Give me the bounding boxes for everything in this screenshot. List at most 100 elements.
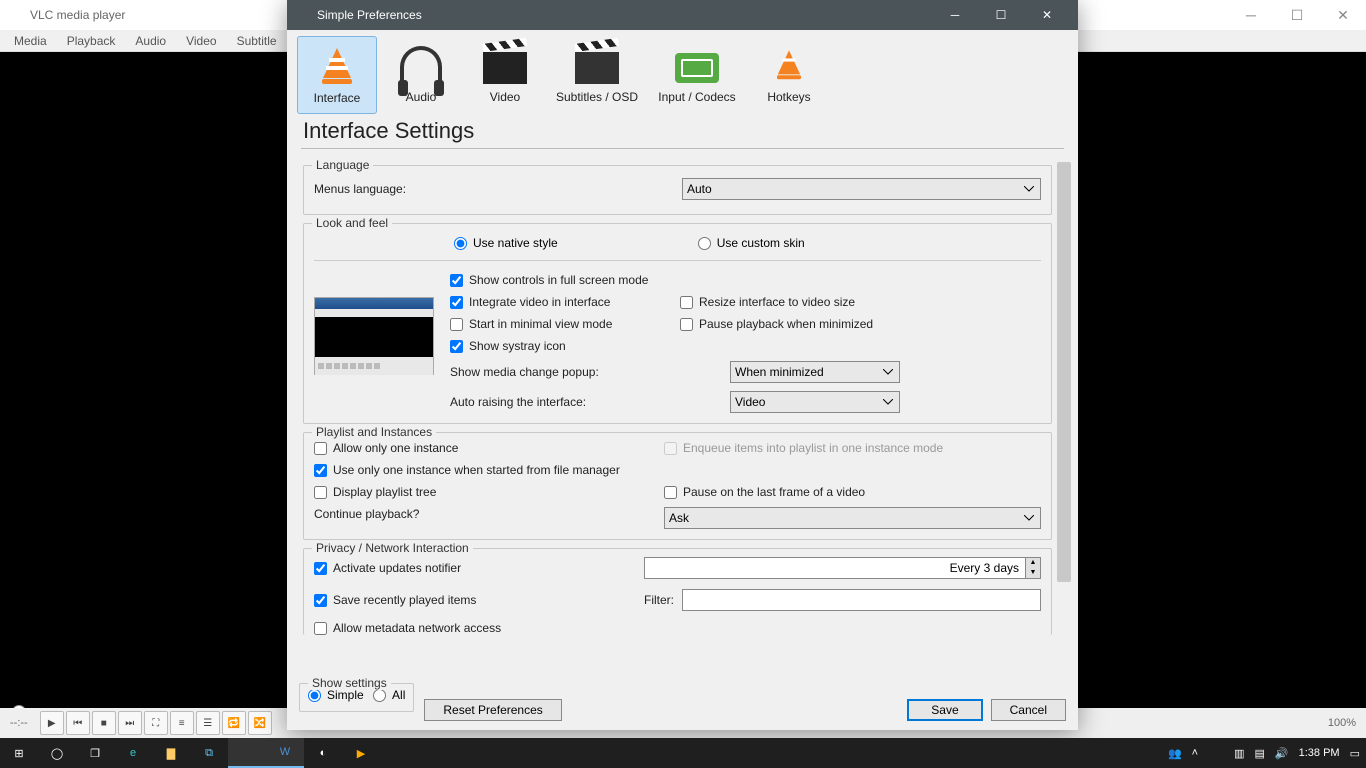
chk-show-controls-fullscreen[interactable]: Show controls in full screen mode	[450, 273, 900, 287]
preferences-dialog: Simple Preferences ─ ☐ ✕ Interface Audio…	[287, 0, 1078, 730]
vlc-cone-icon	[8, 7, 24, 23]
taskbar-app-store[interactable]: ⧉	[190, 738, 228, 768]
taskbar-app-edge[interactable]: e	[114, 738, 152, 768]
updates-interval-input[interactable]	[644, 557, 1026, 579]
ext-settings-button[interactable]: ≡	[170, 711, 194, 735]
notifications-icon[interactable]: ▭	[1350, 747, 1360, 760]
volume-icon[interactable]: 🔊	[1275, 747, 1289, 760]
group-title: Look and feel	[312, 216, 392, 230]
page-heading: Interface Settings	[287, 114, 1078, 146]
show-settings-group: Show settings Simple All	[299, 683, 414, 712]
stop-button[interactable]: ■	[92, 711, 116, 735]
play-button[interactable]: ▶	[40, 711, 64, 735]
people-icon[interactable]: 👥	[1168, 747, 1182, 760]
tab-label: Hotkeys	[767, 90, 810, 104]
chk-systray-icon[interactable]: Show systray icon	[450, 339, 900, 353]
cortana-button[interactable]: ◯	[38, 738, 76, 768]
taskbar-app-word[interactable]: W	[266, 738, 304, 768]
interface-preview-image	[314, 297, 434, 375]
auto-raise-label: Auto raising the interface:	[450, 395, 730, 409]
start-button[interactable]: ⊞	[0, 738, 38, 768]
chk-allow-one-instance[interactable]: Allow only one instance	[314, 441, 664, 455]
chk-pause-last-frame[interactable]: Pause on the last frame of a video	[664, 485, 1041, 499]
chk-enqueue-items: Enqueue items into playlist in one insta…	[664, 441, 1041, 455]
filter-input[interactable]	[682, 589, 1041, 611]
menu-playback[interactable]: Playback	[57, 32, 126, 50]
chk-one-instance-file-manager[interactable]: Use only one instance when started from …	[314, 463, 1041, 477]
chk-save-recent[interactable]: Save recently played items	[314, 593, 634, 607]
heading-divider	[301, 148, 1064, 149]
prefs-close-button[interactable]: ✕	[1024, 0, 1070, 30]
prev-button[interactable]: ⏮	[66, 711, 90, 735]
save-button[interactable]: Save	[907, 699, 982, 721]
chk-pause-minimized[interactable]: Pause playback when minimized	[680, 317, 900, 331]
zoom-level: 100%	[1328, 717, 1356, 729]
shuffle-button[interactable]: 🔀	[248, 711, 272, 735]
menu-subtitle[interactable]: Subtitle	[227, 32, 287, 50]
filter-label: Filter:	[644, 593, 674, 607]
group-title: Playlist and Instances	[312, 425, 436, 439]
network-icon[interactable]: ▤	[1255, 747, 1265, 760]
radio-show-simple[interactable]: Simple	[308, 688, 364, 702]
close-button[interactable]: ✕	[1320, 0, 1366, 30]
prefs-minimize-button[interactable]: ─	[932, 0, 978, 30]
chk-integrate-video[interactable]: Integrate video in interface	[450, 295, 670, 309]
maximize-button[interactable]: ☐	[1274, 0, 1320, 30]
menus-language-select[interactable]: Auto	[682, 178, 1041, 200]
tray-vlc-icon[interactable]	[1208, 745, 1224, 761]
tab-label: Video	[490, 90, 520, 104]
group-playlist-instances: Playlist and Instances Allow only one in…	[303, 432, 1052, 540]
tab-subtitles[interactable]: Subtitles / OSD	[549, 36, 645, 114]
next-button[interactable]: ⏭	[118, 711, 142, 735]
loop-button[interactable]: 🔁	[222, 711, 246, 735]
menu-audio[interactable]: Audio	[125, 32, 176, 50]
radio-custom-skin[interactable]: Use custom skin	[698, 236, 805, 250]
battery-icon[interactable]: ▥	[1234, 747, 1244, 760]
headphones-icon	[400, 46, 442, 88]
cone-icon	[772, 47, 806, 81]
radio-native-style[interactable]: Use native style	[454, 236, 558, 250]
clapperboard-icon	[483, 52, 527, 84]
time-elapsed: --:--	[10, 717, 28, 729]
taskbar-app-media[interactable]: ▶	[342, 738, 380, 768]
radio-show-all[interactable]: All	[373, 688, 405, 702]
prefs-maximize-button[interactable]: ☐	[978, 0, 1024, 30]
menu-media[interactable]: Media	[4, 32, 57, 50]
playlist-button[interactable]: ☰	[196, 711, 220, 735]
minimize-button[interactable]: ─	[1228, 0, 1274, 30]
group-title: Show settings	[308, 676, 391, 690]
tab-input-codecs[interactable]: Input / Codecs	[649, 36, 745, 114]
cancel-button[interactable]: Cancel	[991, 699, 1066, 721]
task-view-button[interactable]: ❐	[76, 738, 114, 768]
updates-interval-spin[interactable]: ▲▼	[644, 557, 1041, 579]
tray-chevron-icon[interactable]: ˄	[1192, 747, 1198, 759]
codec-icon	[675, 53, 719, 83]
taskbar-clock[interactable]: 1:38 PM	[1299, 747, 1340, 759]
auto-raise-select[interactable]: Video	[730, 391, 900, 413]
taskbar-app-explorer[interactable]: ▇	[152, 738, 190, 768]
tab-audio[interactable]: Audio	[381, 36, 461, 114]
spin-up-icon[interactable]: ▲	[1026, 558, 1040, 568]
prefs-footer: Show settings Simple All Reset Preferenc…	[287, 688, 1078, 730]
tab-label: Interface	[314, 91, 361, 105]
chk-metadata-access[interactable]: Allow metadata network access	[314, 621, 1041, 635]
continue-playback-select[interactable]: Ask	[664, 507, 1041, 529]
chk-start-minimal[interactable]: Start in minimal view mode	[450, 317, 670, 331]
media-popup-select[interactable]: When minimized	[730, 361, 900, 383]
tab-hotkeys[interactable]: Hotkeys	[749, 36, 829, 114]
chk-updates-notifier[interactable]: Activate updates notifier	[314, 561, 634, 575]
reset-preferences-button[interactable]: Reset Preferences	[424, 699, 561, 721]
chk-resize-interface[interactable]: Resize interface to video size	[680, 295, 900, 309]
tab-label: Subtitles / OSD	[556, 90, 638, 104]
taskbar-app-vlc[interactable]	[228, 738, 266, 768]
chk-display-playlist-tree[interactable]: Display playlist tree	[314, 485, 664, 499]
cone-icon	[316, 44, 358, 86]
taskbar-app-chrome[interactable]: ◐	[304, 738, 342, 768]
tab-interface[interactable]: Interface	[297, 36, 377, 114]
fullscreen-button[interactable]: ⛶	[144, 711, 168, 735]
spin-down-icon[interactable]: ▼	[1026, 568, 1040, 578]
scrollbar-thumb[interactable]	[1057, 162, 1071, 582]
prefs-scroll-area[interactable]: Language Menus language: Auto Look and f…	[287, 151, 1078, 688]
menu-video[interactable]: Video	[176, 32, 226, 50]
tab-video[interactable]: Video	[465, 36, 545, 114]
